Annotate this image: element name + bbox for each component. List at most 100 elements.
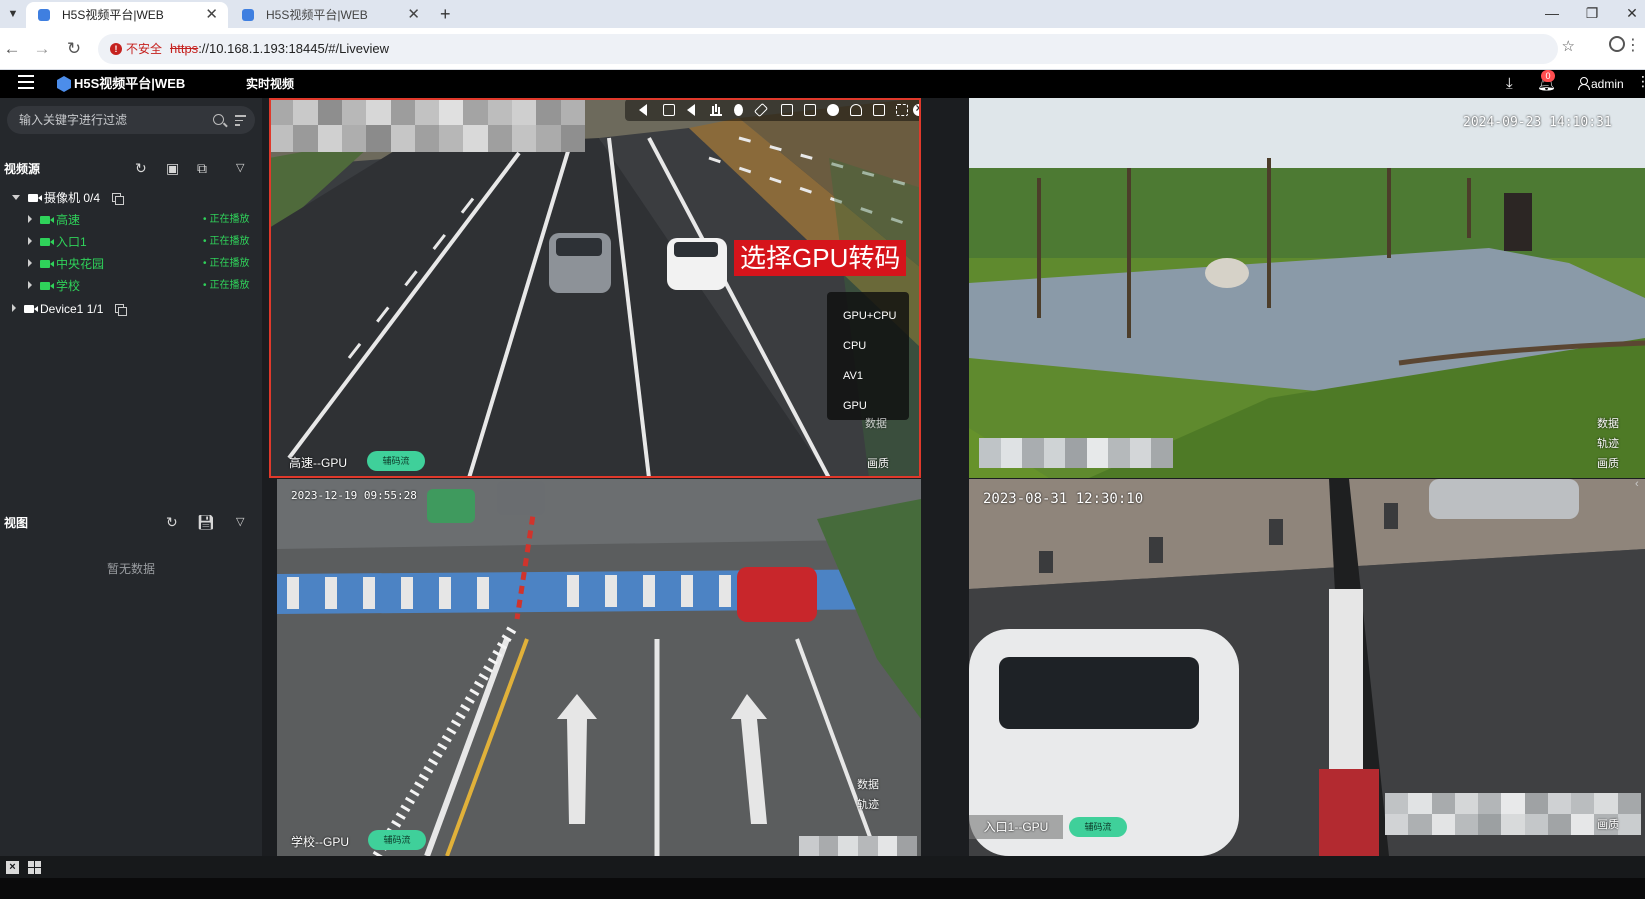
edit-icon[interactable] [753, 102, 769, 118]
copy-icon[interactable] [115, 304, 128, 316]
picture-in-picture-icon[interactable] [873, 104, 885, 116]
caret-right-icon[interactable] [28, 281, 32, 289]
url-text[interactable]: https://10.168.1.193:18445/#/Liveview [170, 34, 389, 64]
back-arrow-icon[interactable]: ← [0, 38, 24, 60]
substream-badge[interactable]: 辅码流 [1069, 817, 1127, 837]
quality-option[interactable]: 画质 [1597, 454, 1619, 474]
tree-group-device1[interactable]: Device1 1/1 [12, 299, 128, 319]
status-badge: 正在播放 [203, 210, 250, 230]
camera-label: 学校--GPU [291, 835, 349, 849]
prev-icon[interactable] [639, 104, 647, 116]
osd-timestamp: 2023-12-19 09:55:28 [291, 489, 417, 502]
filter-sort-icon[interactable] [235, 115, 246, 126]
layout-grid-icon[interactable] [28, 861, 41, 874]
gpu-callout-annotation: 选择GPU转码 [734, 240, 907, 276]
snapshot-icon[interactable] [781, 104, 793, 116]
tree-item-highway[interactable]: 高速 [28, 210, 80, 230]
privacy-mosaic [799, 836, 917, 856]
status-badge: 正在播放 [203, 276, 250, 296]
fullscreen-icon[interactable] [896, 104, 908, 116]
caret-right-icon[interactable] [28, 237, 32, 245]
save-icon[interactable]: 💾︎ [197, 514, 215, 530]
tab-close-icon[interactable]: ✕ [407, 2, 420, 28]
codec-option-av1[interactable]: AV1 [843, 368, 863, 384]
microphone-icon[interactable] [734, 104, 743, 116]
refresh-icon[interactable]: ↻ [135, 160, 147, 176]
caret-right-icon[interactable] [12, 304, 16, 312]
ptz-icon[interactable] [850, 104, 862, 116]
status-badge: 正在播放 [203, 232, 250, 252]
camera-capture-icon[interactable] [804, 104, 816, 116]
camera-icon [40, 238, 54, 246]
tree-group-cameras[interactable]: 摄像机 0/4 [12, 188, 125, 208]
profile-icon[interactable] [1609, 36, 1625, 52]
bottom-toolbar: × [0, 856, 1645, 878]
caret-down-icon[interactable] [12, 195, 20, 200]
view-title: 视图 [4, 516, 29, 530]
browser-tab-2[interactable]: H5S视频平台|WEB ✕ [230, 2, 430, 28]
browser-menu-icon[interactable]: ⋮ [1625, 35, 1641, 55]
tab-search-chevron-icon[interactable]: ▼ [3, 4, 23, 24]
reload-icon[interactable]: ↻ [62, 38, 86, 60]
header-more-icon[interactable]: ⋮ [1636, 73, 1645, 90]
codec-option-gpu[interactable]: GPU [843, 398, 867, 414]
new-tab-plus-icon[interactable]: + [440, 3, 451, 25]
substream-badge[interactable]: 辅码流 [367, 451, 425, 471]
security-indicator[interactable]: ! 不安全 [104, 39, 170, 59]
panel-collapse-handle-icon[interactable]: ‹ [1635, 478, 1645, 502]
image-icon[interactable]: ▣ [166, 160, 179, 176]
tree-item-school[interactable]: 学校 [28, 276, 80, 296]
brand-title: H5S视频平台|WEB [74, 76, 186, 91]
collapse-chevron-icon[interactable]: ▽ [236, 514, 244, 530]
bookmark-star-icon[interactable]: ☆ [1562, 37, 1575, 55]
video-frame-highway [269, 98, 921, 478]
copy-icon[interactable] [112, 193, 125, 205]
brand-logo-icon [57, 76, 71, 92]
track-option[interactable]: 轨迹 [857, 795, 879, 815]
tab-close-icon[interactable]: ✕ [205, 2, 218, 28]
filter-input[interactable] [19, 106, 209, 134]
qrcode-icon[interactable] [663, 104, 675, 116]
close-all-icon[interactable]: × [6, 861, 19, 874]
codec-option-gpu-cpu[interactable]: GPU+CPU [843, 308, 897, 324]
video-cell-highway[interactable]: 选择GPU转码 GPU+CPU CPU AV1 GPU 数据 画质 高速--GP… [269, 98, 921, 478]
codec-option-cpu[interactable]: CPU [843, 338, 866, 354]
tree-item-central-garden[interactable]: 中央花园 [28, 254, 104, 274]
video-frame-garden [969, 98, 1645, 478]
caret-right-icon[interactable] [28, 215, 32, 223]
collapse-chevron-icon[interactable]: ▽ [236, 160, 244, 176]
volume-icon[interactable] [687, 104, 695, 116]
url-scheme: https [170, 41, 199, 56]
record-icon[interactable] [827, 104, 839, 116]
data-option[interactable]: 数据 [857, 775, 879, 795]
video-cell-entrance1[interactable]: 2023-08-31 12:30:10 画质 入口1--GPU 辅码流 [969, 479, 1645, 856]
copy-icon[interactable]: ⧉ [197, 160, 207, 176]
browser-address-bar: ← → ↻ ! 不安全 https://10.168.1.193:18445/#… [0, 28, 1645, 70]
data-option[interactable]: 数据 [1597, 414, 1619, 434]
forward-arrow-icon[interactable]: → [30, 38, 54, 60]
download-icon[interactable]: ⤓ [1506, 74, 1513, 94]
url-rest: ://10.168.1.193:18445/#/Liveview [198, 41, 389, 56]
quality-option[interactable]: 画质 [1597, 815, 1619, 835]
track-option[interactable]: 轨迹 [1597, 434, 1619, 454]
close-video-icon[interactable] [913, 101, 921, 116]
video-grid: 选择GPU转码 GPU+CPU CPU AV1 GPU 数据 画质 高速--GP… [262, 98, 1645, 856]
hamburger-menu-icon[interactable] [18, 75, 34, 93]
tree-item-entrance1[interactable]: 入口1 [28, 232, 87, 252]
tree-label: 摄像机 0/4 [44, 191, 101, 205]
stats-icon[interactable] [710, 104, 722, 116]
substream-badge[interactable]: 辅码流 [368, 830, 426, 850]
video-cell-school[interactable]: 2023-12-19 09:55:28 数据 轨迹 学校--GPU 辅码流 [277, 479, 921, 856]
search-icon[interactable] [213, 114, 224, 125]
browser-tab-1[interactable]: H5S视频平台|WEB ✕ [26, 2, 228, 28]
video-cell-central-garden[interactable]: 2024-09-23 14:10:31 数据 轨迹 画质 [969, 98, 1645, 478]
window-minimize-icon[interactable]: — [1538, 2, 1566, 24]
cell0-quality-option[interactable]: 画质 [867, 454, 889, 474]
cell0-data-option[interactable]: 数据 [865, 414, 887, 434]
window-restore-icon[interactable]: ❐ [1578, 2, 1606, 24]
refresh-icon[interactable]: ↻ [166, 514, 178, 530]
caret-right-icon[interactable] [28, 259, 32, 267]
window-close-icon[interactable]: ✕ [1618, 2, 1645, 24]
user-menu[interactable]: admin [1578, 70, 1624, 98]
url-omnibox[interactable]: ! 不安全 https://10.168.1.193:18445/#/Livev… [98, 34, 1558, 64]
